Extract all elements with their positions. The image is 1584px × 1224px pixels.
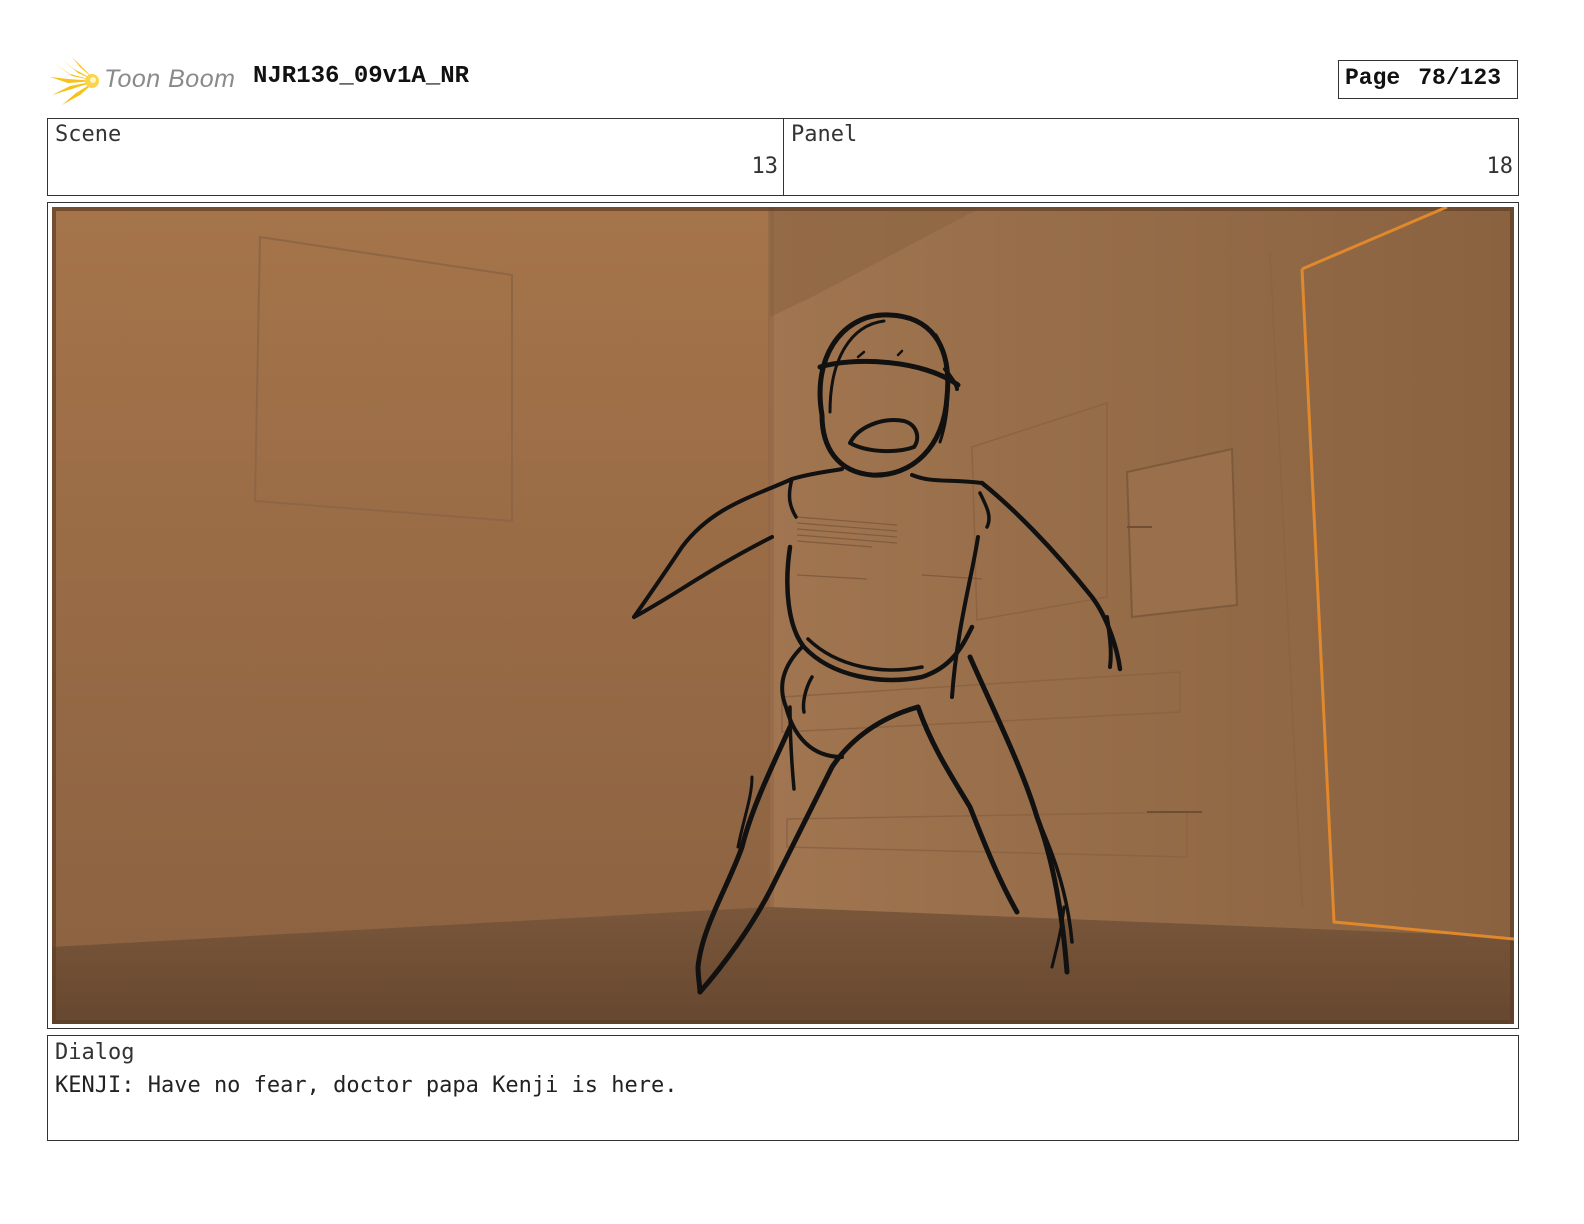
page-indicator: Page 78/123	[1338, 60, 1518, 99]
panel-number: 18	[1486, 154, 1514, 179]
toon-boom-logo: Toon Boom	[50, 55, 240, 107]
storyboard-drawing	[52, 207, 1514, 1024]
scene-cell: Scene 13	[48, 119, 784, 195]
scene-label: Scene	[55, 122, 122, 147]
starburst-logo-icon	[50, 57, 99, 105]
project-title: NJR136_09v1A_NR	[253, 63, 470, 90]
scene-panel-row: Scene 13 Panel 18	[47, 118, 1519, 196]
dialog-label: Dialog	[55, 1040, 135, 1065]
storyboard-image	[52, 207, 1514, 1024]
logo-text: Toon Boom	[104, 65, 236, 93]
dialog-box: Dialog KENJI: Have no fear, doctor papa …	[47, 1035, 1519, 1141]
panel-label: Panel	[791, 122, 858, 147]
page-number: 78/123	[1418, 65, 1502, 91]
scene-number: 13	[751, 154, 779, 179]
storyboard-frame	[47, 202, 1519, 1029]
page-label: Page	[1345, 65, 1401, 91]
dialog-text: KENJI: Have no fear, doctor papa Kenji i…	[55, 1073, 678, 1098]
panel-cell: Panel 18	[784, 119, 1518, 195]
wall-cabinet	[1125, 447, 1239, 619]
